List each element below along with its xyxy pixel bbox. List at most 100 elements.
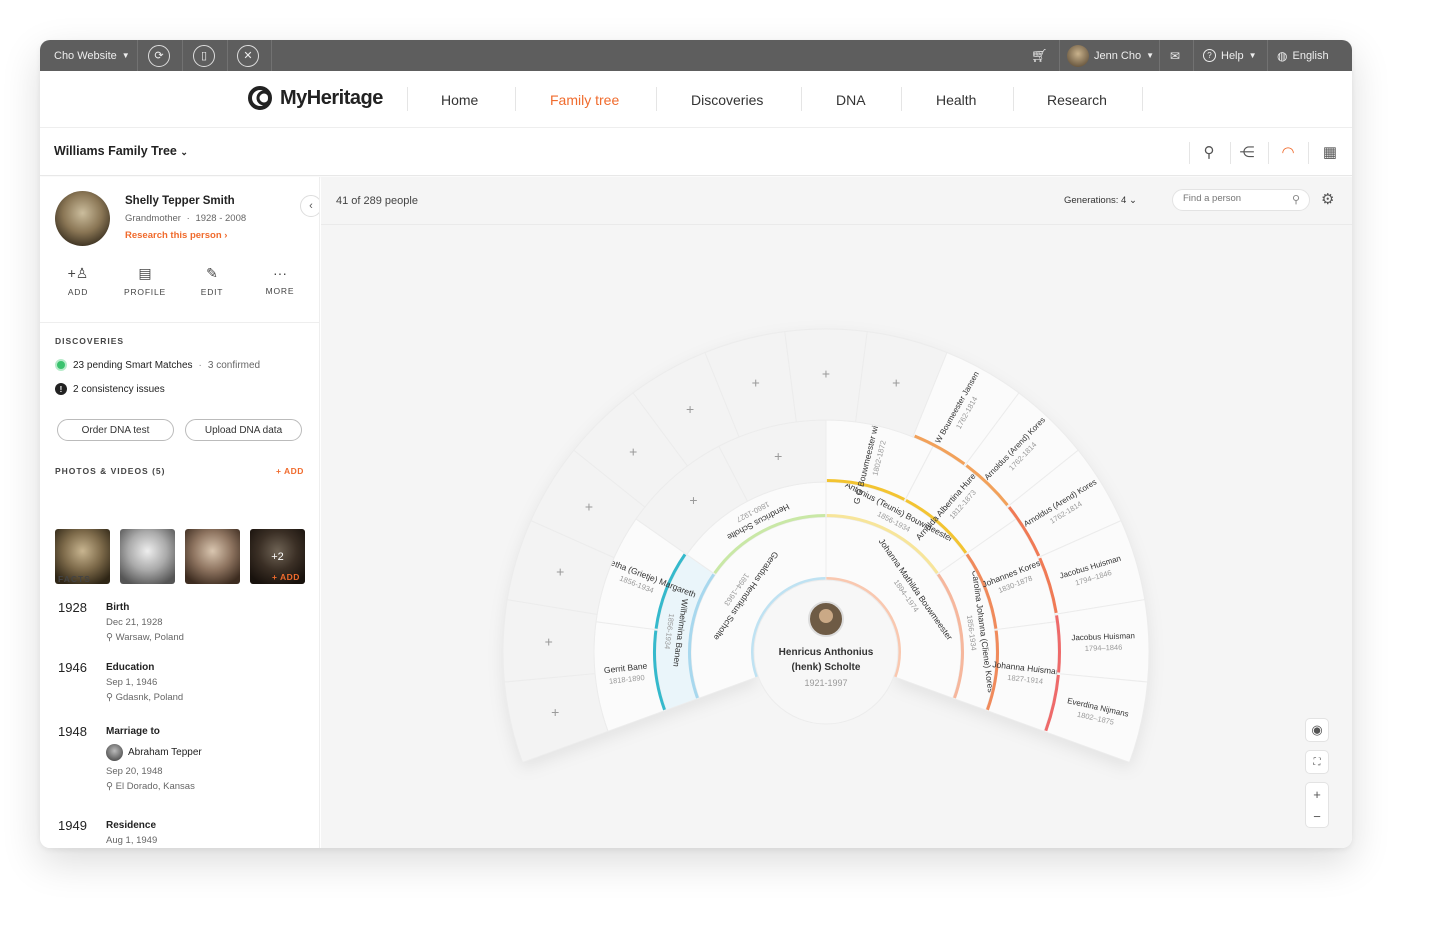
add-parent-icon[interactable]: + <box>629 443 637 459</box>
theme-button[interactable]: ◉ <box>1305 718 1329 742</box>
add-parent-icon[interactable]: + <box>752 375 760 391</box>
nav-home[interactable]: Home <box>441 71 478 128</box>
zoom-in-button[interactable]: + <box>1313 787 1321 802</box>
add-person-icon: +♙ <box>67 265 89 281</box>
language-label: English <box>1292 49 1329 62</box>
fullscreen-icon: ⛶ <box>1313 756 1321 768</box>
add-parent-icon[interactable]: + <box>585 499 593 515</box>
warning-icon: ! <box>55 383 67 395</box>
add-photo-button[interactable]: + ADD <box>276 466 304 476</box>
fan-view-button[interactable]: ◠ <box>1273 138 1303 166</box>
divider <box>1189 142 1190 164</box>
smart-matches-row[interactable]: 23 pending Smart Matches · 3 confirmed <box>55 359 260 371</box>
nav-health[interactable]: Health <box>936 71 976 128</box>
fact-place-text: Warsaw, Poland <box>115 632 184 643</box>
more-action[interactable]: ··· MORE <box>260 265 300 296</box>
tools-button[interactable]: ✕ <box>237 40 259 71</box>
tree-toolbar: Williams Family Tree ⌄ ⚲ ⋲ ◠ ▦ <box>40 128 1352 176</box>
consistency-issues-row[interactable]: ! 2 consistency issues <box>55 383 165 395</box>
upload-dna-button[interactable]: Upload DNA data <box>185 419 302 441</box>
add-parent-icon[interactable]: + <box>545 633 553 649</box>
documents-button[interactable]: ▯ <box>193 40 215 71</box>
location-pin-icon: ⚲ <box>106 692 113 703</box>
nav-discoveries[interactable]: Discoveries <box>691 71 763 128</box>
discoveries-heading: DISCOVERIES <box>55 336 125 346</box>
add-fact-button[interactable]: + ADD <box>272 572 300 582</box>
chevron-left-icon: ‹ <box>309 200 313 212</box>
user-menu[interactable]: Jenn Cho ▼ <box>1067 40 1154 71</box>
inbox-button[interactable]: ✉ <box>1170 40 1180 71</box>
research-person-link[interactable]: Research this person › <box>125 230 227 241</box>
pedigree-view-icon: ⋲ <box>1239 144 1255 161</box>
fact-date: Sep 1, 1946 <box>106 677 158 688</box>
nav-family-tree[interactable]: Family tree <box>550 71 619 128</box>
site-selector[interactable]: Cho Website ▼ <box>54 40 130 71</box>
fact-place: ⚲ Warsaw, Poland <box>106 632 184 643</box>
chevron-down-icon: ▼ <box>121 51 130 60</box>
language-menu[interactable]: ◍ English <box>1277 40 1329 71</box>
divider <box>1230 142 1231 164</box>
profile-photo[interactable] <box>55 191 110 246</box>
myheritage-logo[interactable]: MyHeritage <box>248 86 383 110</box>
help-icon: ? <box>1203 49 1216 62</box>
person-sidebar: Shelly Tepper Smith Grandmother · 1928 -… <box>40 177 320 848</box>
divider <box>227 40 228 71</box>
table-icon: ▦ <box>1322 144 1338 161</box>
add-parent-icon[interactable]: + <box>551 704 559 720</box>
collapse-sidebar-button[interactable]: ‹ <box>300 195 319 217</box>
app-window: Cho Website ▼ ⟳ ▯ ✕ 🛒︎ Jenn Cho ▼ ✉ ? He… <box>40 40 1352 848</box>
add-parent-icon[interactable]: + <box>892 375 900 391</box>
profile-label: PROFILE <box>124 287 166 297</box>
photo-thumbnail[interactable] <box>185 529 240 584</box>
divider <box>1267 40 1268 71</box>
list-view-button[interactable]: ▦ <box>1315 138 1345 166</box>
fact-date: Aug 1, 1949 <box>106 835 158 846</box>
logo-text: MyHeritage <box>280 86 383 109</box>
edit-action[interactable]: ✎ EDIT <box>192 265 232 297</box>
sync-button[interactable]: ⟳ <box>148 40 170 71</box>
pencil-icon: ✎ <box>206 265 218 281</box>
nav-dna[interactable]: DNA <box>836 71 866 128</box>
help-menu[interactable]: ? Help ▼ <box>1203 40 1257 71</box>
mail-icon: ✉ <box>1170 48 1181 63</box>
family-view-button[interactable]: ⚲ <box>1194 138 1224 166</box>
profile-action[interactable]: ▤ PROFILE <box>120 265 170 297</box>
add-action[interactable]: +♙ ADD <box>58 265 98 297</box>
divider <box>1159 40 1160 71</box>
add-parent-icon[interactable]: + <box>556 563 564 579</box>
divider <box>1308 142 1309 164</box>
research-link-label: Research this person <box>125 230 222 241</box>
divider <box>1268 142 1269 164</box>
pedigree-view-button[interactable]: ⋲ <box>1232 138 1262 166</box>
consistency-issues-label: 2 consistency issues <box>73 383 165 395</box>
sync-icon: ⟳ <box>148 44 170 67</box>
matches-separator: · <box>198 359 202 371</box>
photo-thumbnail[interactable] <box>120 529 175 584</box>
nav-research[interactable]: Research <box>1047 71 1107 128</box>
person-relation: Grandmother <box>125 213 181 224</box>
fullscreen-button[interactable]: ⛶ <box>1305 750 1329 774</box>
cart-button[interactable]: 🛒︎ <box>1031 40 1048 71</box>
zoom-out-button[interactable]: − <box>1313 809 1321 824</box>
spouse-link[interactable]: Abraham Tepper <box>106 744 202 761</box>
confirmed-label: 3 confirmed <box>207 359 261 371</box>
avatar <box>1067 44 1089 67</box>
divider <box>656 87 657 111</box>
fact-date: Sep 20, 1948 <box>106 766 163 777</box>
add-parent-icon[interactable]: + <box>822 366 830 382</box>
add-parent-icon[interactable]: + <box>686 401 694 417</box>
divider <box>1059 40 1060 71</box>
fan-person-years: 1794–1846 <box>1085 643 1123 653</box>
fact-year: 1948 <box>58 724 87 739</box>
location-pin-icon: ⚲ <box>106 781 113 792</box>
add-parent-icon[interactable]: + <box>774 448 782 464</box>
person-meta: Grandmother · 1928 - 2008 <box>125 213 246 224</box>
order-dna-button[interactable]: Order DNA test <box>57 419 174 441</box>
divider <box>1142 87 1143 111</box>
fact-year: 1946 <box>58 660 87 675</box>
more-label: MORE <box>265 286 295 296</box>
tree-selector[interactable]: Williams Family Tree ⌄ <box>54 144 188 158</box>
add-parent-icon[interactable]: + <box>689 492 697 508</box>
fact-title: Residence <box>106 820 157 831</box>
divider <box>40 322 319 323</box>
